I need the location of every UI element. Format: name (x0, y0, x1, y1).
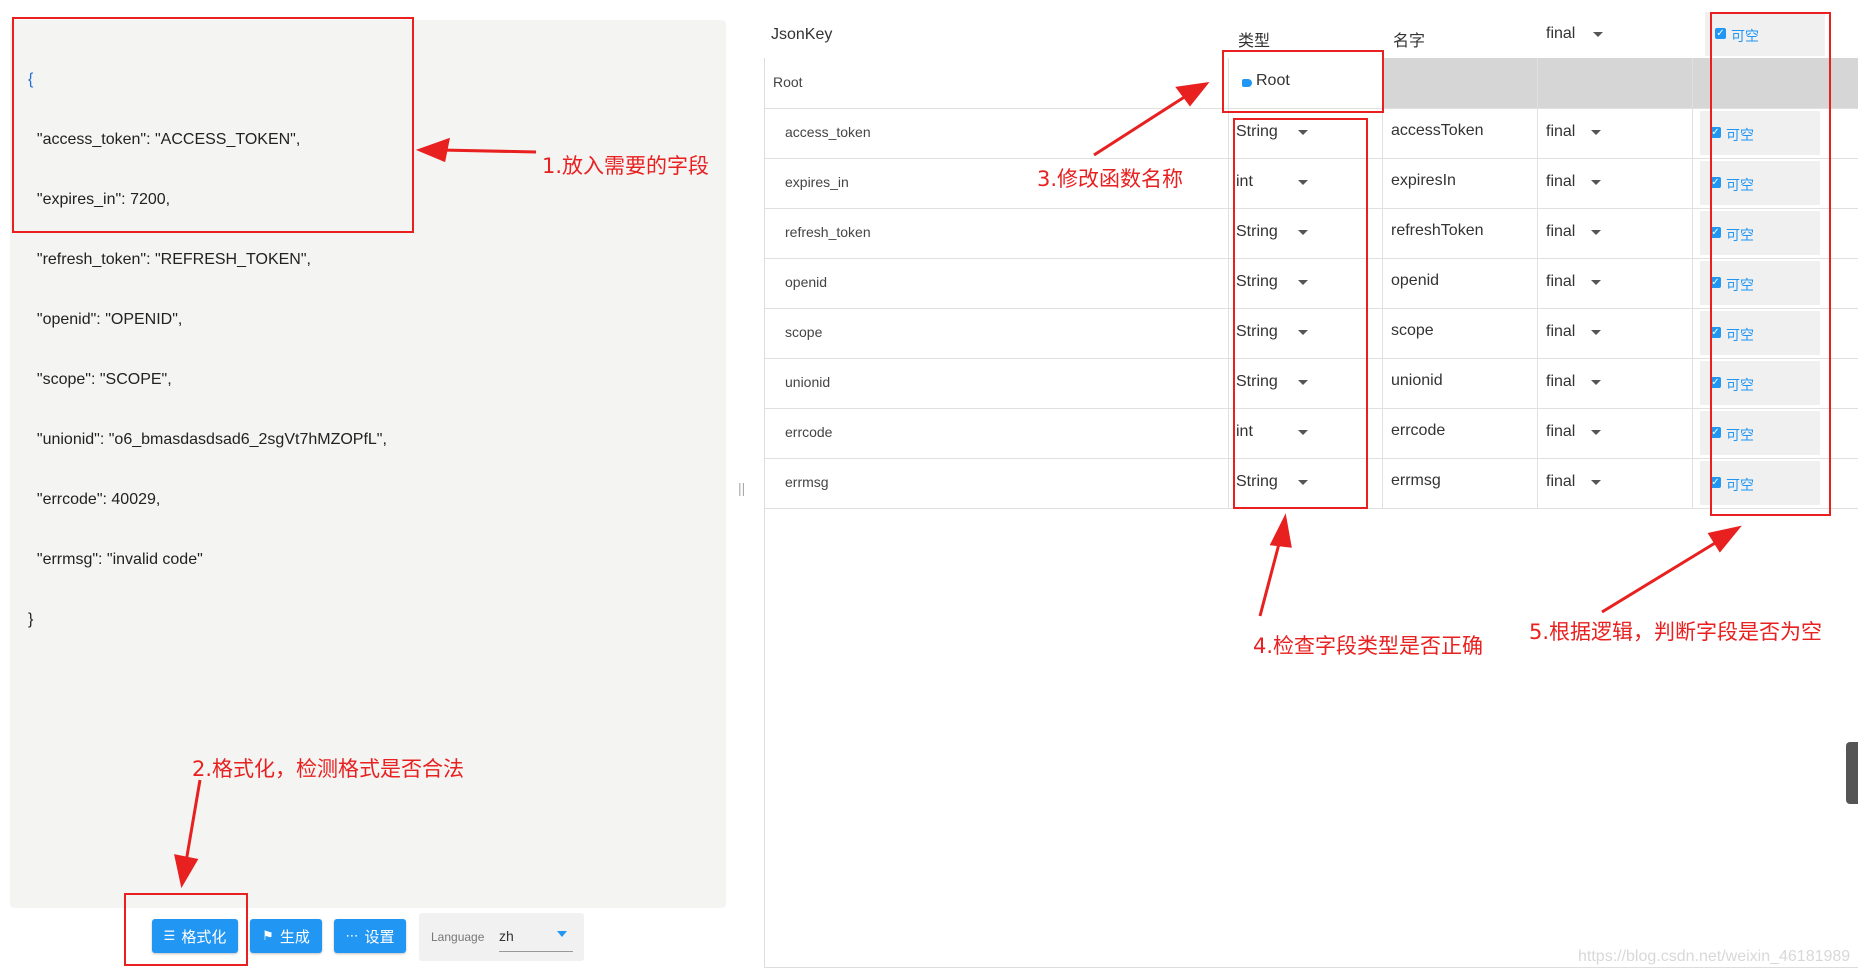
arrowhead-step5 (1707, 525, 1742, 553)
arrow-step1 (439, 148, 537, 154)
arrow-step2 (184, 779, 202, 863)
arrow-step5 (1601, 538, 1721, 614)
arrowhead-step1 (415, 137, 450, 163)
arrowhead-step2 (174, 854, 199, 889)
annotation-arrows (174, 81, 1742, 889)
arrow-step3 (1093, 94, 1187, 157)
watermark: https://blog.csdn.net/weixin_46181989 (1578, 948, 1851, 965)
arrow-step4 (1258, 539, 1282, 617)
side-widget-handle[interactable] (1846, 742, 1858, 804)
arrowhead-step4 (1269, 513, 1292, 548)
arrowhead-step3 (1175, 81, 1210, 107)
